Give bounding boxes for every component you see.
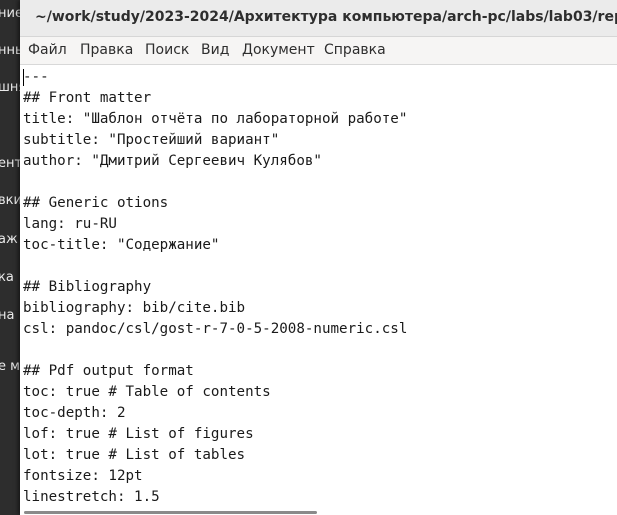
menu-view[interactable]: Вид bbox=[201, 42, 229, 58]
editor-line: ## Pdf output format bbox=[23, 363, 194, 379]
screen: ние нны шня ент вки аж ка на е м ~/work/… bbox=[0, 0, 617, 515]
text-editor-area[interactable]: --- ## Front matter title: "Шаблон отчёт… bbox=[20, 65, 617, 515]
editor-line: fontsize: 12pt bbox=[23, 468, 143, 484]
editor-line: linestretch: 1.5 bbox=[23, 489, 160, 505]
editor-line: toc-depth: 2 bbox=[23, 405, 126, 421]
menu-bar: Файл Правка Поиск Вид Документ Справка bbox=[20, 37, 617, 65]
horizontal-scrollbar[interactable] bbox=[24, 511, 317, 514]
menu-help[interactable]: Справка bbox=[324, 42, 386, 58]
background-window-text: ка bbox=[0, 270, 14, 285]
background-window-text: е м bbox=[0, 359, 20, 374]
background-window-text: ние bbox=[0, 6, 22, 21]
editor-line: lot: true # List of tables bbox=[23, 447, 246, 463]
editor-line: csl: pandoc/csl/gost-r-7-0-5-2008-numeri… bbox=[23, 321, 408, 337]
editor-line: ## Bibliography bbox=[23, 279, 152, 295]
editor-line: ## Generic otions bbox=[23, 195, 169, 211]
background-window-text: аж bbox=[0, 232, 18, 247]
editor-line: bibliography: bib/cite.bib bbox=[23, 300, 246, 316]
editor-line: toc: true # Table of contents bbox=[23, 384, 271, 400]
menu-edit[interactable]: Правка bbox=[80, 42, 133, 58]
text-editor-window: ~/work/study/2023-2024/Архитектура компь… bbox=[20, 0, 617, 515]
editor-line: lang: ru-RU bbox=[23, 216, 117, 232]
editor-line: subtitle: "Простейший вариант" bbox=[23, 132, 280, 148]
editor-line: ## Front matter bbox=[23, 90, 152, 106]
editor-line: lof: true # List of figures bbox=[23, 426, 254, 442]
editor-line: --- bbox=[23, 69, 49, 85]
background-window-text: на bbox=[0, 308, 15, 323]
window-title: ~/work/study/2023-2024/Архитектура компь… bbox=[35, 9, 617, 25]
background-window-text: нны bbox=[0, 43, 22, 58]
editor-line: author: "Дмитрий Сергеевич Кулябов" bbox=[23, 153, 322, 169]
editor-line: toc-title: "Содержание" bbox=[23, 237, 220, 253]
menu-document[interactable]: Документ bbox=[242, 42, 315, 58]
window-titlebar[interactable]: ~/work/study/2023-2024/Архитектура компь… bbox=[20, 0, 617, 37]
menu-file[interactable]: Файл bbox=[28, 42, 67, 58]
background-window-text: вки bbox=[0, 193, 22, 208]
menu-search[interactable]: Поиск bbox=[145, 42, 189, 58]
background-window[interactable]: ние нны шня ент вки аж ка на е м bbox=[0, 0, 22, 515]
background-window-text: ент bbox=[0, 156, 22, 171]
editor-line: title: "Шаблон отчёта по лабораторной ра… bbox=[23, 111, 408, 127]
background-window-text: шня bbox=[0, 80, 22, 95]
